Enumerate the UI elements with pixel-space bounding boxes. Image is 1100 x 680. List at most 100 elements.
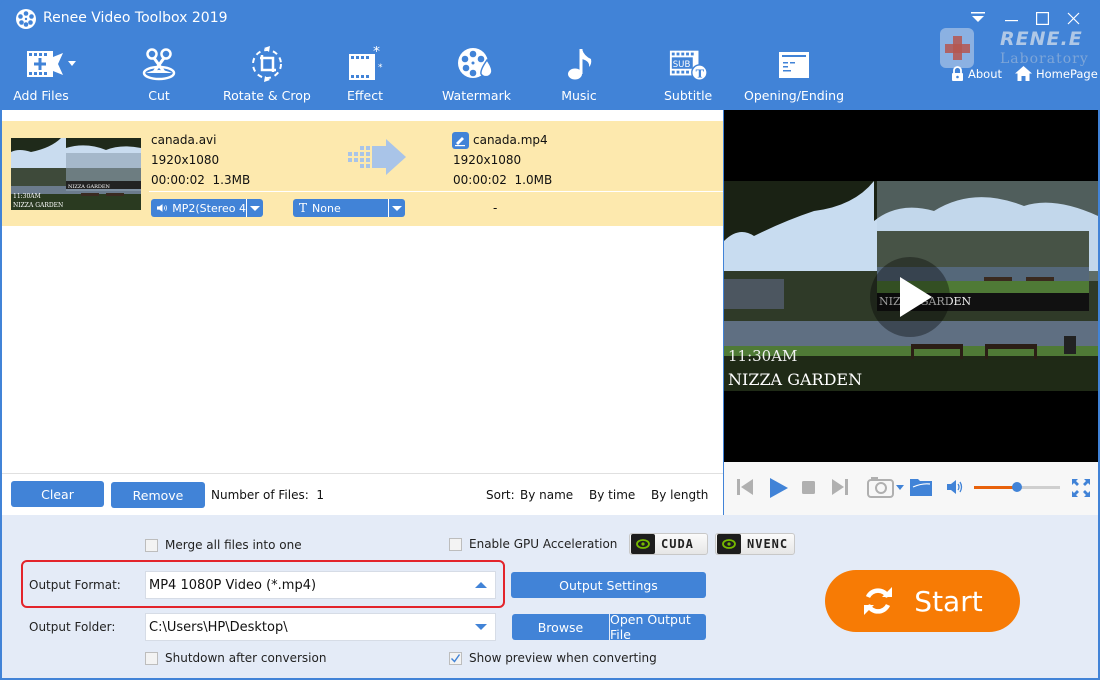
settings-panel: Merge all files into one Enable GPU Acce… [2,515,1098,678]
checkbox-box [145,651,158,665]
toolbar-label: Cut [148,88,170,103]
output-duration-size: 00:00:02 1.0MB [453,173,552,187]
svg-text:NIZZA GARDEN: NIZZA GARDEN [68,184,111,190]
toolbar-opening-ending[interactable]: Opening/Ending [744,46,844,103]
svg-text:*: * [378,63,383,73]
shutdown-checkbox[interactable]: Shutdown after conversion [145,651,326,665]
play-overlay-button[interactable] [870,257,950,337]
file-count-value: 1 [316,488,325,502]
source-resolution: 1920x1080 [151,153,220,167]
chevron-up-icon [467,582,495,588]
output-format-value: MP4 1080P Video (*.mp4) [149,577,317,593]
sort-by-time[interactable]: By time [589,488,635,502]
file-list: NIZZA GARDEN 11:30AM NIZZA GARDEN canada… [2,110,723,473]
output-folder-value: C:\Users\HP\Desktop\ [149,619,288,635]
sort-label: Sort: [486,488,515,502]
thumb-time: 11:30AM [13,193,41,200]
checkbox-box [145,538,158,552]
clear-button[interactable]: Clear [11,481,104,507]
file-count-label: Number of Files: [211,488,309,502]
checkbox-box [449,537,462,551]
toolbar-label: Opening/Ending [744,88,845,103]
sort-by-length[interactable]: By length [651,488,708,502]
play-icon[interactable] [768,478,788,498]
sort-by-name[interactable]: By name [520,488,573,502]
caption-time: 11:30AM [728,347,797,365]
cuda-badge: CUDA [629,533,708,555]
app-title: Renee Video Toolbox 2019 [43,10,228,26]
output-duration: 00:00:02 [453,173,507,187]
add-files-icon [27,51,76,77]
convert-arrow-icon [348,139,406,175]
toolbar-rotate-crop[interactable]: Rotate & Crop [223,46,311,103]
subtitle-track-value: None [312,201,341,215]
chevron-down-icon [246,199,263,217]
rotate-crop-icon [251,46,282,82]
output-extra: - [493,201,498,215]
checkmark-icon [449,651,462,665]
film-reel-logo-icon [16,9,36,29]
output-format-select[interactable]: MP4 1080P Video (*.mp4) [145,571,496,599]
audio-track-value: MP2(Stereo 4 [172,201,246,215]
chevron-down-icon [388,199,405,217]
output-folder-select[interactable]: C:\Users\HP\Desktop\ [145,613,496,641]
edit-output-name-icon[interactable] [452,132,469,149]
start-button[interactable]: Start [825,570,1020,632]
source-duration-size: 00:00:02 1.3MB [151,173,250,187]
toolbar-cut[interactable]: Cut [139,46,179,103]
source-size: 1.3MB [212,173,251,187]
cuda-label: CUDA [661,537,694,551]
audio-track-dropdown[interactable]: MP2(Stereo 4 [151,199,263,217]
open-folder-icon[interactable] [910,477,932,496]
remove-button[interactable]: Remove [111,482,205,508]
toolbar-music[interactable]: Music [559,46,599,103]
title-bar: Renee Video Toolbox 2019 [0,0,1100,38]
nvidia-eye-icon [631,534,655,554]
next-icon[interactable] [832,478,848,496]
previous-icon[interactable] [737,478,753,496]
opening-ending-icon [779,52,809,78]
output-settings-button[interactable]: Output Settings [511,572,706,598]
toolbar-label: Music [561,88,597,103]
toolbar-add-files[interactable]: Add Files [13,46,82,103]
volume-fill [974,486,1017,489]
brand-name: RENE.E [1000,28,1083,50]
show-preview-checkbox[interactable]: Show preview when converting [449,651,657,665]
volume-knob[interactable] [1012,482,1022,492]
source-duration: 00:00:02 [151,173,205,187]
start-label: Start [914,584,983,618]
fullscreen-icon[interactable] [1071,478,1091,498]
nvenc-badge: NVENC [715,533,795,555]
toolbar-label: Effect [347,88,383,103]
stop-icon[interactable] [802,481,815,494]
toolbar-subtitle[interactable]: SUB T Subtitle [664,46,712,103]
text-t-icon: T [299,201,308,215]
volume-slider[interactable] [974,482,1060,492]
lock-icon [952,66,963,81]
toolbar-effect[interactable]: * * Effect [345,46,385,103]
scissors-icon [142,48,176,81]
gpu-acceleration-checkbox[interactable]: Enable GPU Acceleration [449,537,617,551]
video-preview[interactable]: NIZZA GARDEN 11:30AM NIZZA GARDEN [724,110,1098,462]
homepage-link[interactable]: HomePage [1015,66,1098,81]
gpu-acceleration-label: Enable GPU Acceleration [469,537,618,551]
output-resolution: 1920x1080 [453,153,522,167]
merge-files-checkbox[interactable]: Merge all files into one [145,538,302,552]
caption-place: NIZZA GARDEN [728,370,862,389]
output-file-name: canada.mp4 [473,133,548,147]
open-output-file-button[interactable]: Open Output File [610,612,706,642]
show-preview-label: Show preview when converting [469,651,657,665]
snapshot-camera-icon[interactable] [867,476,905,498]
subtitle-track-dropdown[interactable]: T None [293,199,405,217]
brand-subtitle: Laboratory [1000,51,1089,67]
file-row[interactable]: NIZZA GARDEN 11:30AM NIZZA GARDEN canada… [2,121,723,226]
subtitle-icon: SUB T [670,50,708,81]
browse-button[interactable]: Browse [512,614,609,640]
toolbar-watermark[interactable]: Watermark [442,46,511,103]
output-size: 1.0MB [514,173,553,187]
home-icon [1015,66,1032,81]
toolbar-label: Subtitle [664,88,713,103]
about-link[interactable]: About [951,66,1002,81]
row-divider [149,191,723,192]
volume-icon[interactable] [947,479,963,495]
